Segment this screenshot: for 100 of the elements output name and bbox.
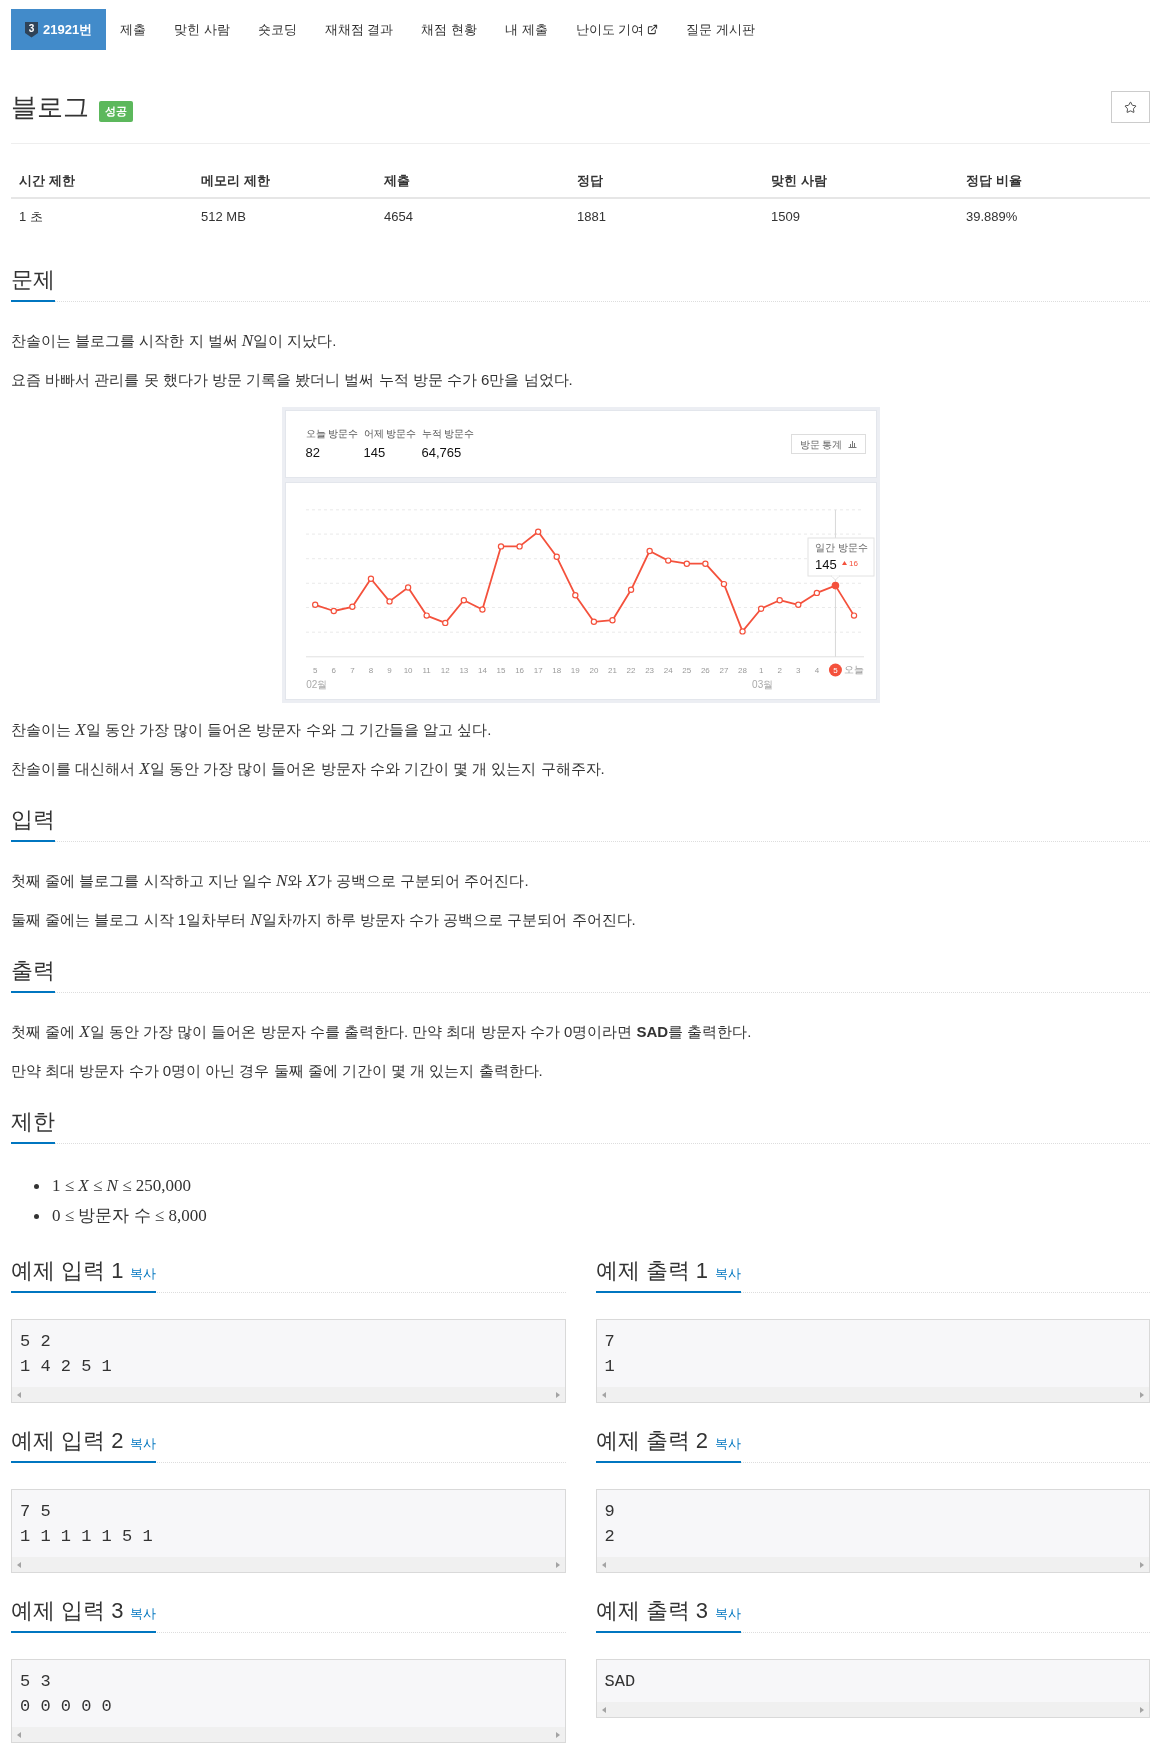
nav-tab[interactable]: 재채점 결과 bbox=[310, 9, 408, 50]
nav-tab[interactable]: 질문 게시판 bbox=[672, 9, 769, 50]
paragraph: 첫째 줄에 X일 동안 가장 많이 들어온 방문자 수를 출력한다. 만약 최대 방문자 수가 0명이라면 SAD를 출력한다. bbox=[11, 1021, 753, 1043]
day-label: 16 bbox=[514, 666, 524, 675]
day-label: 21 bbox=[607, 666, 617, 675]
scroll-right-icon[interactable] bbox=[1140, 1561, 1144, 1568]
horizontal-scrollbar[interactable] bbox=[12, 1727, 565, 1742]
day-label: 26 bbox=[700, 666, 710, 675]
tooltip-change: 16 bbox=[848, 559, 858, 568]
scroll-left-icon[interactable] bbox=[601, 1706, 606, 1713]
nav-tab[interactable]: 내 제출 bbox=[491, 9, 562, 50]
copy-link[interactable]: 복사 bbox=[130, 1434, 157, 1454]
sample-text: SAD bbox=[603, 1671, 637, 1693]
paragraph: 둘째 줄에는 블로그 시작 1일차부터 N일차까지 하루 방문자 수가 공백으로 구분되어 주어진다. bbox=[11, 909, 637, 931]
day-label: 4 bbox=[814, 666, 819, 675]
section-heading: 입력 bbox=[11, 805, 55, 842]
table-header-cell-text: 제출 bbox=[383, 172, 411, 191]
nav-tab[interactable]: 맞힌 사람 bbox=[160, 9, 244, 50]
scroll-right-icon[interactable] bbox=[555, 1391, 560, 1398]
day-label: 3 bbox=[795, 666, 800, 675]
nav-tab[interactable]: 제출 bbox=[106, 9, 161, 50]
copy-link[interactable]: 복사 bbox=[714, 1264, 741, 1284]
day-label: 11 bbox=[422, 666, 431, 675]
day-label: 22 bbox=[626, 666, 635, 675]
star-icon bbox=[1124, 100, 1137, 114]
day-label: 19 bbox=[570, 666, 580, 675]
stats-button[interactable]: 방문 통계 bbox=[790, 434, 866, 454]
day-label: 오늘 bbox=[843, 664, 864, 675]
selected-day-label: 5 bbox=[828, 663, 842, 677]
scroll-left-icon[interactable] bbox=[601, 1561, 606, 1568]
paragraph: 찬솔이는 블로그를 시작한 지 벌써 N일이 지났다. bbox=[11, 330, 338, 352]
day-label: 25 bbox=[681, 666, 691, 675]
tooltip-value: 145 bbox=[814, 557, 837, 572]
table-cell-text: 1881 bbox=[576, 208, 607, 227]
day-label: 12 bbox=[440, 666, 450, 675]
result-badge: 성공 bbox=[99, 101, 133, 122]
stat-label: 누적 방문수 bbox=[421, 427, 476, 440]
day-label: 15 bbox=[496, 666, 505, 675]
sample-text: 5 2 1 4 2 5 1 bbox=[19, 1331, 113, 1378]
nav-tab[interactable]: 3 21921번 bbox=[11, 9, 107, 50]
section-heading: 제한 bbox=[11, 1107, 55, 1144]
sample-title: 예제 입력 3 bbox=[11, 1597, 124, 1625]
day-label: 24 bbox=[663, 666, 673, 675]
copy-link[interactable]: 복사 bbox=[130, 1604, 157, 1624]
month-label: 02월 bbox=[305, 679, 327, 690]
paragraph: 찬솔이를 대신해서 X일 동안 가장 많이 들어온 방문자 수와 기간이 몇 개 있는지 구해주자. bbox=[11, 758, 606, 780]
day-label: 17 bbox=[533, 666, 543, 675]
day-label: 7 bbox=[349, 666, 355, 675]
scroll-right-icon[interactable] bbox=[1140, 1706, 1144, 1713]
tooltip-title: 일간 방문수 bbox=[814, 542, 868, 553]
problem-title: 블로그 bbox=[11, 91, 89, 123]
copy-link[interactable]: 복사 bbox=[130, 1264, 157, 1284]
month-label: 03월 bbox=[751, 679, 773, 690]
section-heading: 출력 bbox=[11, 956, 55, 993]
sample-title: 예제 출력 3 bbox=[595, 1597, 708, 1625]
paragraph: 첫째 줄에 블로그를 시작하고 지난 일수 N와 X가 공백으로 구분되어 주어진다. bbox=[11, 870, 530, 892]
stat-value: 64,765 bbox=[421, 444, 463, 461]
scroll-left-icon[interactable] bbox=[17, 1731, 21, 1738]
sample-text: 9 2 bbox=[603, 1501, 616, 1548]
constraint-text: 0 ≤ 방문자 수 ≤ 8,000 bbox=[52, 1205, 207, 1227]
table-header-cell-text: 메모리 제한 bbox=[200, 172, 271, 191]
scroll-right-icon[interactable] bbox=[555, 1561, 560, 1568]
table-cell-text: 1509 bbox=[770, 208, 801, 227]
sample-text: 5 3 0 0 0 0 0 bbox=[19, 1671, 113, 1718]
scroll-right-icon[interactable] bbox=[555, 1731, 560, 1738]
horizontal-scrollbar[interactable] bbox=[12, 1387, 565, 1402]
bullet-icon bbox=[34, 1213, 39, 1219]
day-label: 2 bbox=[776, 666, 782, 675]
sample-title: 예제 입력 2 bbox=[11, 1427, 124, 1455]
copy-link[interactable]: 복사 bbox=[714, 1604, 741, 1624]
copy-link[interactable]: 복사 bbox=[714, 1434, 741, 1454]
day-label: 28 bbox=[737, 666, 747, 675]
day-label: 10 bbox=[403, 666, 413, 675]
nav-tab[interactable]: 채점 현황 bbox=[407, 9, 492, 50]
table-header-cell-text: 맞힌 사람 bbox=[770, 172, 828, 191]
nav-tab[interactable]: 난이도 기여 bbox=[561, 9, 673, 50]
day-label: 9 bbox=[386, 666, 392, 675]
table-cell-text: 1 초 bbox=[18, 208, 44, 227]
horizontal-scrollbar[interactable] bbox=[596, 1387, 1149, 1402]
scroll-left-icon[interactable] bbox=[17, 1561, 21, 1568]
nav-tab[interactable]: 숏코딩 bbox=[243, 9, 311, 50]
sample-title: 예제 출력 1 bbox=[595, 1257, 708, 1285]
bar-chart-icon bbox=[847, 440, 857, 448]
paragraph: 요즘 바빠서 관리를 못 했다가 방문 기록을 봤더니 벌써 누적 방문 수가 6만을 넘었다. bbox=[11, 370, 574, 390]
paragraph: 만약 최대 방문자 수가 0명이 아닌 경우 둘째 줄에 기간이 몇 개 있는지 출력한다. bbox=[11, 1061, 544, 1081]
scroll-left-icon[interactable] bbox=[601, 1391, 606, 1398]
day-label: 27 bbox=[719, 666, 728, 675]
scroll-right-icon[interactable] bbox=[1140, 1391, 1144, 1398]
horizontal-scrollbar[interactable] bbox=[596, 1557, 1149, 1572]
sample-title: 예제 입력 1 bbox=[11, 1257, 124, 1285]
horizontal-scrollbar[interactable] bbox=[596, 1702, 1149, 1717]
day-label: 20 bbox=[588, 666, 598, 675]
horizontal-scrollbar[interactable] bbox=[12, 1557, 565, 1572]
stat-value: 82 bbox=[305, 444, 321, 461]
paragraph: 찬솔이는 X일 동안 가장 많이 들어온 방문자 수와 그 기간들을 알고 싶다. bbox=[11, 719, 493, 741]
favorite-button[interactable] bbox=[1111, 91, 1150, 123]
sample-text: 7 5 1 1 1 1 1 5 1 bbox=[19, 1501, 154, 1548]
scroll-left-icon[interactable] bbox=[17, 1391, 21, 1398]
stat-label: 어제 방문수 bbox=[363, 427, 418, 440]
day-label: 6 bbox=[331, 666, 336, 675]
